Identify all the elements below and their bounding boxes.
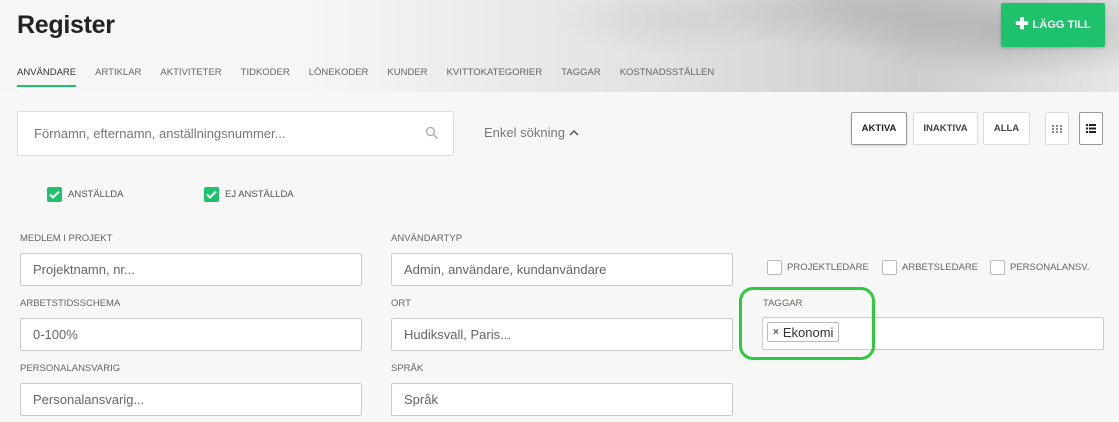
user-type-label: ANVÄNDARTYP [391, 233, 463, 244]
work-schedule-field[interactable] [20, 318, 362, 351]
language-label: SPRÅK [391, 363, 424, 374]
tab-cost-centers[interactable]: KOSTNADSSTÄLLEN [620, 67, 715, 87]
employed-label: ANSTÄLLDA [68, 189, 124, 200]
city-input[interactable] [392, 319, 732, 350]
tab-time-codes[interactable]: TIDKODER [241, 67, 290, 87]
personnel-manager-field[interactable] [20, 383, 362, 416]
grid-icon [1052, 124, 1062, 133]
language-field[interactable] [391, 383, 733, 416]
employed-checkbox[interactable]: ANSTÄLLDA [47, 187, 123, 202]
simple-search-toggle[interactable]: Enkel sökning [484, 125, 579, 140]
search-field[interactable] [17, 111, 454, 156]
chevron-up-icon [569, 129, 579, 136]
grid-view-button[interactable] [1045, 112, 1069, 145]
list-view-button[interactable] [1079, 112, 1103, 145]
language-input[interactable] [392, 384, 732, 415]
checkmark-icon [47, 187, 62, 202]
user-type-input[interactable] [392, 254, 732, 285]
city-field[interactable] [391, 318, 733, 351]
checkbox-box [882, 260, 897, 275]
search-icon [425, 126, 438, 139]
not-employed-label: EJ ANSTÄLLDA [225, 189, 294, 200]
user-type-field[interactable] [391, 253, 733, 286]
work-manager-label: ARBETSLEDARE [902, 262, 979, 273]
simple-search-label: Enkel sökning [484, 125, 565, 140]
add-button[interactable]: ✚ LÄGG TILL [1001, 3, 1105, 47]
work-schedule-label: ARBETSTIDSSCHEMA [20, 298, 121, 309]
personnel-manager-input[interactable] [21, 384, 361, 415]
filter-all-button[interactable]: ALLA [983, 112, 1030, 145]
city-label: ORT [391, 298, 411, 309]
tab-receipt-categories[interactable]: KVITTOKATEGORIER [447, 67, 543, 87]
page-title: Register [17, 11, 115, 39]
search-input[interactable] [18, 112, 398, 155]
tab-tags[interactable]: TAGGAR [561, 67, 600, 87]
project-manager-label: PROJEKTLEDARE [787, 262, 869, 273]
personnel-resp-label: PERSONALANSV. [1010, 262, 1090, 273]
highlight-annotation [739, 287, 875, 360]
project-member-input[interactable] [21, 254, 361, 285]
project-member-label: MEDLEM I PROJEKT [20, 233, 113, 244]
not-employed-checkbox[interactable]: EJ ANSTÄLLDA [204, 187, 294, 202]
checkbox-box [990, 260, 1005, 275]
list-icon [1086, 124, 1096, 133]
work-schedule-input[interactable] [21, 319, 361, 350]
personnel-manager-label: PERSONALANSVARIG [20, 363, 121, 374]
tab-salary-codes[interactable]: LÖNEKODER [309, 67, 369, 87]
filter-inactive-button[interactable]: INAKTIVA [913, 112, 978, 145]
add-button-label: LÄGG TILL [1032, 19, 1091, 31]
tab-users[interactable]: ANVÄNDARE [17, 67, 77, 87]
tab-articles[interactable]: ARTIKLAR [95, 67, 141, 87]
tab-customers[interactable]: KUNDER [387, 67, 427, 87]
checkbox-box [767, 260, 782, 275]
checkmark-icon [204, 187, 219, 202]
work-manager-checkbox[interactable]: ARBETSLEDARE [882, 260, 978, 275]
project-member-field[interactable] [20, 253, 362, 286]
personnel-resp-checkbox[interactable]: PERSONALANSV. [990, 260, 1089, 275]
page-header: Register ✚ LÄGG TILL ANVÄNDARE ARTIKLAR … [0, 0, 1119, 92]
plus-icon: ✚ [1015, 16, 1029, 33]
project-manager-checkbox[interactable]: PROJEKTLEDARE [767, 260, 869, 275]
tab-bar: ANVÄNDARE ARTIKLAR AKTIVITETER TIDKODER … [17, 67, 733, 87]
filter-active-button[interactable]: AKTIVA [851, 112, 907, 145]
tab-activities[interactable]: AKTIVITETER [160, 67, 221, 87]
